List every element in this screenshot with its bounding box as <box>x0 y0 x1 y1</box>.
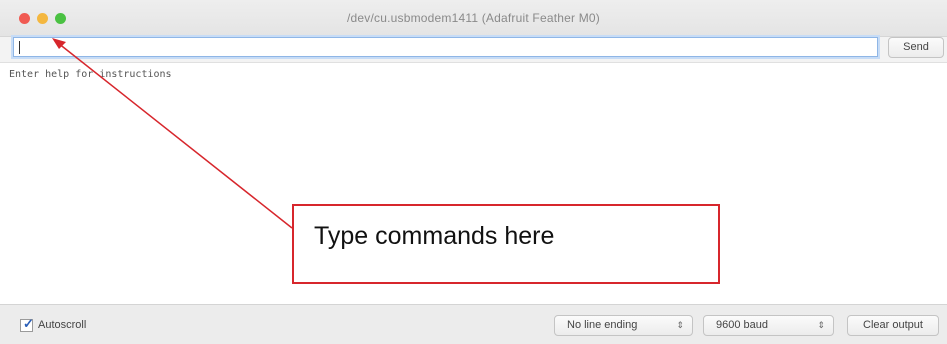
updown-arrows-icon: ⇕ <box>817 320 825 330</box>
command-input[interactable] <box>13 37 878 57</box>
autoscroll-checkbox[interactable]: ✓ <box>20 316 34 332</box>
callout-text: Type commands here <box>314 222 555 250</box>
line-ending-select[interactable]: No line ending ⇕ <box>554 315 693 336</box>
baud-rate-value: 9600 baud <box>716 319 768 331</box>
clear-output-button[interactable]: Clear output <box>847 315 939 336</box>
footer-bar: ✓ Autoscroll No line ending ⇕ 9600 baud … <box>0 304 947 344</box>
window-title: /dev/cu.usbmodem1411 (Adafruit Feather M… <box>347 11 600 25</box>
autoscroll-label[interactable]: Autoscroll <box>38 319 86 331</box>
updown-arrows-icon: ⇕ <box>676 320 684 330</box>
checkmark-icon: ✓ <box>23 316 34 331</box>
baud-rate-select[interactable]: 9600 baud ⇕ <box>703 315 834 336</box>
output-line: Enter help for instructions <box>9 69 172 80</box>
text-caret <box>19 41 20 54</box>
line-ending-value: No line ending <box>567 319 638 331</box>
title-bar: /dev/cu.usbmodem1411 (Adafruit Feather M… <box>0 0 947 37</box>
annotation-callout: Type commands here <box>292 204 720 284</box>
send-button[interactable]: Send <box>888 37 944 58</box>
